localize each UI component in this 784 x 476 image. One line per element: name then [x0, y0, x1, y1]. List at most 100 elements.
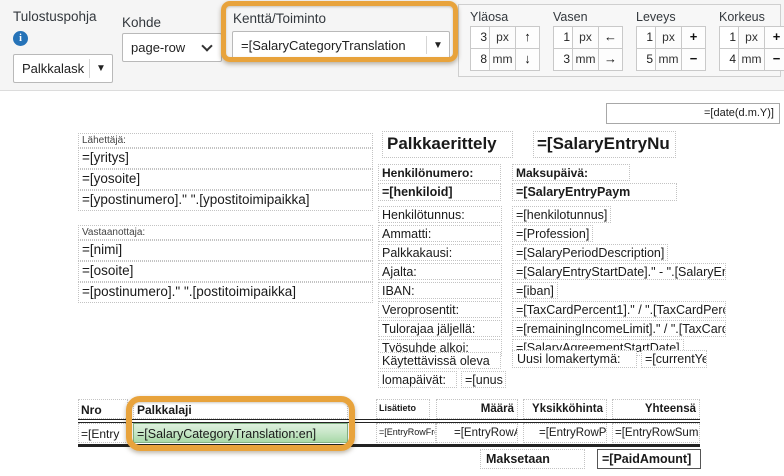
- template-label: Tulostuspohja: [13, 9, 97, 24]
- table-data-cell[interactable]: =[EntryRowSum: [612, 423, 700, 443]
- arrow-button[interactable]: →: [598, 48, 623, 71]
- info-label-field[interactable]: Ammatti:: [378, 225, 502, 242]
- info-row: Ajalta: =[SalaryEntryStartDate]." - ".[Sa…: [378, 263, 728, 280]
- recipient-line-field[interactable]: =[postinumero]." ".[postitoimipaikka]: [78, 282, 373, 303]
- info-row: Veroprosentit: =[TaxCardPercent1]." / ".[…: [378, 301, 728, 318]
- recipient-label-field[interactable]: Vastaanottaja:: [78, 225, 373, 240]
- sender-label-field[interactable]: Lähettäjä:: [78, 133, 373, 148]
- caret-down-icon: ▼: [90, 63, 112, 74]
- position-panel: Yläosa3px↑8mm↓Vasen1px←3mm→Leveys1px+5mm…: [458, 4, 781, 77]
- payment-date-value-field[interactable]: =[SalaryEntryPaym: [512, 183, 677, 201]
- table-header-yksikköhinta[interactable]: Yksikköhinta: [523, 399, 607, 419]
- position-value-input[interactable]: 3: [470, 26, 490, 49]
- recipient-line-field[interactable]: =[nimi]: [78, 240, 373, 261]
- position-value-input[interactable]: 1: [553, 26, 573, 49]
- salary-entry-number-field[interactable]: =[SalaryEntryNu: [533, 131, 676, 158]
- info-label-field[interactable]: IBAN:: [378, 282, 502, 299]
- target-select-value: page-row: [123, 40, 199, 55]
- info-label-field[interactable]: Veroprosentit:: [378, 301, 502, 318]
- unit-label: px: [489, 26, 516, 49]
- info-value-field[interactable]: =[SalaryPeriodDescription]: [512, 244, 668, 261]
- target-select[interactable]: page-row: [122, 33, 222, 62]
- info-label-field[interactable]: Ajalta:: [378, 263, 502, 280]
- info-value-field[interactable]: =[SalaryEntryStartDate]." - ".[SalaryEnt: [512, 263, 726, 280]
- position-group: Korkeus 1px+4mm−: [719, 10, 784, 76]
- table-data-cell[interactable]: =[EntryRowPr: [523, 423, 607, 443]
- arrow-button[interactable]: ↓: [515, 48, 540, 71]
- position-value-input[interactable]: 8: [470, 48, 490, 71]
- field-label: Kenttä/Toiminto: [233, 11, 326, 26]
- position-group-label: Yläosa: [470, 10, 540, 24]
- person-number-value-field[interactable]: =[henkiloid]: [378, 183, 501, 201]
- info-row: Ammatti: =[Profession]: [378, 225, 728, 242]
- template-select-value: Palkkalask: [14, 61, 89, 76]
- info-value-field[interactable]: =[TaxCardPercent1]." / ".[TaxCardPerce: [512, 301, 726, 318]
- table-bottom-divider: [78, 444, 700, 447]
- table-data-cell[interactable]: =[EntryRowFreeText]: [376, 423, 436, 443]
- unit-label: mm: [738, 48, 765, 71]
- position-value-input[interactable]: 1: [636, 26, 656, 49]
- position-group: Leveys 1px+5mm−: [636, 10, 706, 76]
- field-select[interactable]: =[SalaryCategoryTranslation ▼: [232, 31, 450, 59]
- vacation-days-label-field[interactable]: lomapäivät:: [378, 371, 457, 388]
- paid-label-field[interactable]: Maksetaan: [480, 449, 585, 469]
- toolbar: Tulostuspohja i Palkkalask ▼ Kohde page-…: [0, 0, 784, 91]
- position-group-label: Leveys: [636, 10, 706, 24]
- info-label-field[interactable]: Tulorajaa jäljellä:: [378, 320, 502, 337]
- arrow-button[interactable]: +: [764, 26, 784, 49]
- unit-label: px: [738, 26, 765, 49]
- position-group: Yläosa3px↑8mm↓: [470, 10, 540, 76]
- info-label-field[interactable]: Palkkakausi:: [378, 244, 502, 261]
- unit-label: mm: [572, 48, 599, 71]
- recipient-line-field[interactable]: =[osoite]: [78, 261, 373, 282]
- person-number-label-field[interactable]: Henkilönumero:: [378, 164, 501, 181]
- info-icon[interactable]: i: [13, 31, 28, 46]
- target-label: Kohde: [122, 15, 161, 30]
- caret-down-icon: ▼: [427, 40, 449, 51]
- selected-salary-category-cell[interactable]: =[SalaryCategoryTranslation:en]: [133, 423, 348, 443]
- arrow-button[interactable]: ↑: [515, 26, 540, 49]
- position-value-input[interactable]: 5: [636, 48, 656, 71]
- arrow-button[interactable]: −: [764, 48, 784, 71]
- table-header-määrä[interactable]: Määrä: [436, 399, 518, 419]
- table-header-lisätieto[interactable]: Lisätieto: [376, 399, 430, 419]
- field-select-value: =[SalaryCategoryTranslation: [233, 38, 426, 53]
- position-group-label: Korkeus: [719, 10, 784, 24]
- position-value-input[interactable]: 4: [719, 48, 739, 71]
- vacation-days-value-field[interactable]: =[unus: [461, 371, 506, 388]
- document-title-field[interactable]: Palkkaerittely: [382, 131, 513, 158]
- unit-label: mm: [655, 48, 682, 71]
- arrow-button[interactable]: ←: [598, 26, 623, 49]
- paid-amount-field[interactable]: =[PaidAmount]: [597, 449, 701, 469]
- table-header-yhteensä[interactable]: Yhteensä: [612, 399, 700, 419]
- arrow-button[interactable]: −: [681, 48, 706, 71]
- info-label-field[interactable]: Henkilötunnus:: [378, 206, 502, 223]
- unit-label: px: [572, 26, 599, 49]
- date-field[interactable]: =[date(d.m.Y)]: [606, 103, 780, 124]
- sender-line-field[interactable]: =[yosoite]: [78, 169, 373, 190]
- table-data-cell[interactable]: =[EntryRowA: [436, 423, 518, 443]
- unit-label: px: [655, 26, 682, 49]
- template-select[interactable]: Palkkalask ▼: [13, 54, 113, 83]
- table-data-cell[interactable]: =[Entry: [78, 423, 128, 443]
- print-template-editor: Tulostuspohja i Palkkalask ▼ Kohde page-…: [0, 0, 784, 476]
- new-vacation-accrual-value-field[interactable]: =[currentYea: [641, 350, 707, 368]
- info-value-field[interactable]: =[iban]: [512, 282, 558, 299]
- chevron-down-icon: [201, 40, 212, 51]
- info-value-field[interactable]: =[henkilotunnus]: [512, 206, 611, 223]
- table-header-nro[interactable]: Nro: [78, 399, 128, 419]
- position-value-input[interactable]: 1: [719, 26, 739, 49]
- sender-line-field[interactable]: =[ypostinumero]." ".[ypostitoimipaikka]: [78, 190, 373, 211]
- sender-block: Lähettäjä:=[yritys]=[yosoite]=[ypostinum…: [78, 133, 373, 211]
- info-value-field[interactable]: =[remainingIncomeLimit]." / ".[TaxCardL: [512, 320, 726, 337]
- position-value-input[interactable]: 3: [553, 48, 573, 71]
- new-vacation-accrual-label-field[interactable]: Uusi lomakertymä:: [512, 350, 637, 368]
- arrow-button[interactable]: +: [681, 26, 706, 49]
- info-row: Tulorajaa jäljellä: =[remainingIncomeLimi…: [378, 320, 728, 337]
- payment-date-label-field[interactable]: Maksupäivä:: [512, 164, 630, 181]
- document-preview: =[date(d.m.Y)] Lähettäjä:=[yritys]=[yoso…: [0, 92, 784, 476]
- table-header-palkkalaji[interactable]: Palkkalaji: [133, 399, 348, 419]
- info-value-field[interactable]: =[Profession]: [512, 225, 593, 242]
- available-vacation-label-field[interactable]: Käytettävissä oleva: [378, 352, 501, 369]
- sender-line-field[interactable]: =[yritys]: [78, 148, 373, 169]
